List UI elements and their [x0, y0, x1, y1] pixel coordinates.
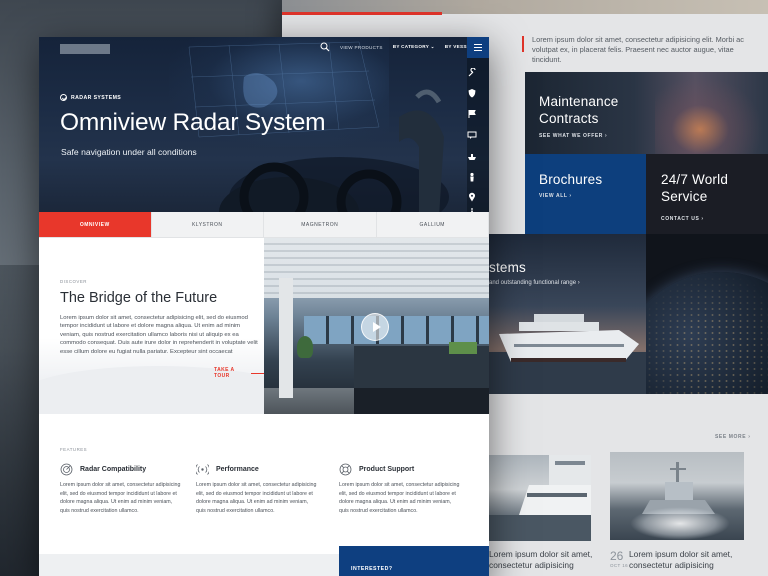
- radar-icon: [60, 463, 73, 475]
- background-red-accent: [282, 12, 442, 15]
- page-subtitle: Safe navigation under all conditions: [61, 147, 197, 157]
- intro-section: DISCOVER The Bridge of the Future Lorem …: [39, 238, 264, 414]
- tile-brochures[interactable]: Brochures VIEW ALL ›: [525, 154, 646, 234]
- feature-performance: Performance Lorem ipsum dolor sit amet, …: [196, 462, 318, 515]
- news-item-2-text[interactable]: Lorem ipsum dolor sit amet, consectetur …: [629, 549, 754, 571]
- flag-icon[interactable]: [467, 109, 477, 119]
- tab-klystron[interactable]: KLYSTRON: [152, 212, 264, 237]
- tab-magnetron[interactable]: MAGNETRON: [264, 212, 377, 237]
- tile-earth-image: [646, 234, 768, 394]
- tile-systems-subtitle[interactable]: and outstanding functional range ›: [489, 280, 580, 286]
- feature-radar-compatibility: Radar Compatibility Lorem ipsum dolor si…: [60, 462, 182, 515]
- tile-brochures-link[interactable]: VIEW ALL ›: [539, 193, 572, 199]
- play-icon[interactable]: [361, 313, 389, 341]
- main-page: VIEW PRODUCTS BY CATEGORY ⌄ BY VESSEL ⌄ …: [39, 37, 489, 576]
- cruise-ship-image: [489, 314, 646, 394]
- wrench-icon[interactable]: [467, 68, 477, 78]
- tile-maintenance[interactable]: Maintenance Contracts SEE WHAT WE OFFER …: [525, 72, 768, 154]
- chat-icon[interactable]: [467, 130, 477, 140]
- shield-icon[interactable]: [467, 88, 477, 98]
- features-section: FEATURES Radar Compatibility Lorem ipsum…: [39, 414, 489, 554]
- intro-title: The Bridge of the Future: [60, 290, 218, 306]
- tile-brochures-title: Brochures: [539, 172, 603, 187]
- feature-product-support: Product Support Lorem ipsum dolor sit am…: [339, 462, 461, 515]
- hamburger-menu-icon[interactable]: [467, 37, 489, 58]
- quote-bar: [522, 36, 524, 52]
- features-eyebrow: FEATURES: [60, 447, 88, 452]
- quote-text: Lorem ipsum dolor sit amet, consectetur …: [532, 35, 744, 64]
- logo[interactable]: [60, 44, 110, 54]
- news-item-2-date-day: 26: [610, 549, 624, 563]
- tile-maintenance-link[interactable]: SEE WHAT WE OFFER ›: [539, 133, 607, 139]
- see-more-link[interactable]: SEE MORE ›: [715, 434, 750, 440]
- intro-eyebrow: DISCOVER: [60, 279, 87, 284]
- news-item-2-date-month: OCT 16: [610, 563, 629, 568]
- tab-omniview[interactable]: OMNIVIEW: [39, 212, 152, 237]
- bridge-video[interactable]: [264, 238, 489, 414]
- tile-world-link[interactable]: CONTACT US ›: [661, 216, 704, 222]
- take-a-tour-link[interactable]: TAKE A TOUR: [214, 367, 264, 379]
- signal-icon: [196, 463, 209, 475]
- nav-by-category[interactable]: BY CATEGORY ⌄: [393, 44, 435, 50]
- breadcrumb[interactable]: RADAR SYSTEMS: [60, 94, 121, 101]
- tile-world-service[interactable]: 24/7 World Service CONTACT US ›: [646, 154, 768, 234]
- product-tabs: OMNIVIEW KLYSTRON MAGNETRON GALLIUM: [39, 212, 489, 238]
- top-nav: VIEW PRODUCTS BY CATEGORY ⌄ BY VESSEL ⌄: [320, 37, 479, 57]
- news-thumb-patrol-boat[interactable]: [610, 452, 744, 540]
- tile-world-title: 24/7 World Service: [661, 172, 729, 204]
- tab-gallium[interactable]: GALLIUM: [377, 212, 489, 237]
- arrow-line-icon: [251, 372, 264, 374]
- tile-systems-title: stems: [489, 260, 527, 275]
- footer-strip: [39, 554, 339, 576]
- news-item-1-text[interactable]: Lorem ipsum dolor sit amet, consectetur …: [489, 549, 599, 571]
- interested-cta[interactable]: INTERESTED?: [339, 546, 489, 576]
- hero: VIEW PRODUCTS BY CATEGORY ⌄ BY VESSEL ⌄ …: [39, 37, 489, 212]
- news-thumb-ship[interactable]: [489, 455, 591, 541]
- check-circle-icon: [60, 94, 67, 101]
- ship-icon[interactable]: [467, 151, 477, 161]
- map-pin-icon[interactable]: [467, 192, 477, 202]
- person-icon[interactable]: [467, 172, 477, 182]
- tile-systems[interactable]: stems and outstanding functional range ›: [489, 234, 646, 394]
- tile-maintenance-title: Maintenance Contracts: [539, 94, 619, 126]
- chevron-down-icon: ⌄: [430, 44, 435, 49]
- page-title: Omniview Radar System: [60, 109, 326, 136]
- lifebuoy-icon: [339, 463, 352, 475]
- intro-body: Lorem ipsum dolor sit amet, consectetur …: [60, 315, 258, 355]
- nav-view-products[interactable]: VIEW PRODUCTS: [340, 45, 383, 50]
- side-icon-rail: [467, 58, 489, 212]
- search-icon[interactable]: [320, 42, 330, 52]
